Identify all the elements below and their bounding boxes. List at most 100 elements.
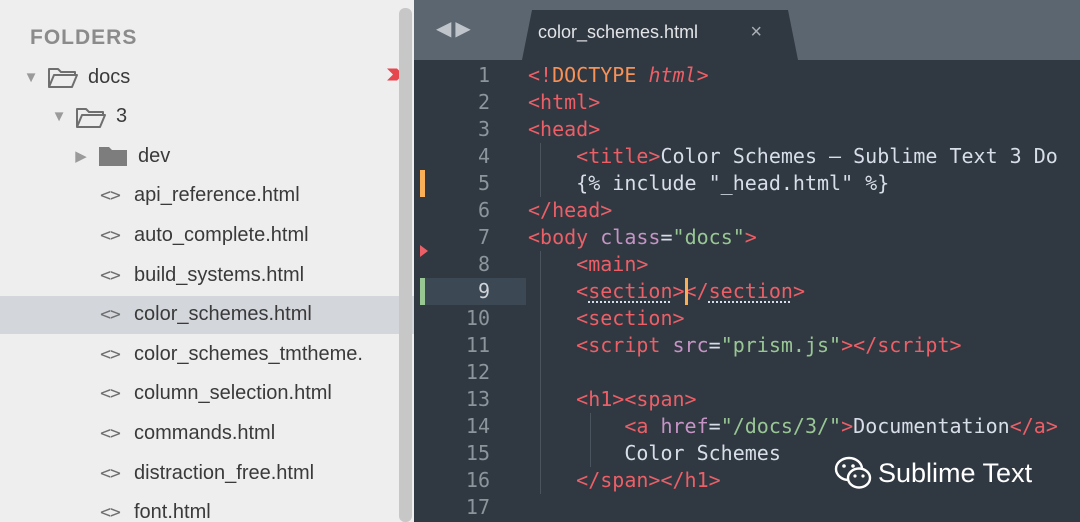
code-text: <main>	[528, 251, 648, 278]
line-number: 11	[465, 333, 490, 357]
code-text: <script src="prism.js"></script>	[576, 333, 962, 357]
file-code-icon: <>	[100, 502, 121, 522]
code-token: <section></section>	[576, 279, 805, 303]
sidebar-item-color-schemes-html[interactable]: <> color_schemes.html	[0, 295, 414, 334]
code-text: Color Schemes	[528, 441, 781, 465]
file-code-icon: <>	[100, 224, 121, 246]
line-number: 17	[465, 495, 490, 519]
code-line[interactable]: 17	[414, 494, 1080, 521]
code-text: <html>	[528, 89, 600, 116]
sidebar-item-label: color_schemes.html	[134, 303, 312, 326]
tab-close-icon[interactable]: ×	[750, 21, 762, 44]
code-area[interactable]: 1 <!DOCTYPE html> 2 <html> 3 <head> 4 <title>C…	[414, 60, 1080, 522]
sidebar-item-auto-complete-html[interactable]: <> auto_complete.html	[0, 216, 414, 254]
code-token: section	[708, 279, 793, 303]
code-text: <a href="/docs/3/">Documentation</a>	[624, 414, 1058, 438]
code-line[interactable]: 14 <a href="/docs/3/">Documentation</a>	[414, 413, 1080, 440]
code-line[interactable]: 8 <main>	[414, 251, 1080, 278]
tab-color-schemes[interactable]: color_schemes.html ×	[522, 10, 798, 60]
code-line[interactable]: 5 {% include "_head.html" %}	[414, 170, 1080, 197]
file-code-icon: <>	[100, 343, 121, 365]
code-token: >	[841, 414, 854, 438]
sidebar-item-api-reference-html[interactable]: <> api_reference.html	[0, 177, 414, 215]
file-code-icon: <>	[100, 264, 121, 286]
indent-guide	[540, 143, 541, 197]
line-number: 16	[465, 468, 490, 492]
code-token: section	[588, 279, 673, 303]
line-number: 1	[477, 63, 490, 87]
code-token: "docs"	[672, 225, 745, 249]
line-number: 12	[465, 360, 490, 384]
code-token: >	[744, 225, 757, 249]
code-text: <title>Color Schemes – Sublime Text 3 Do	[576, 144, 1058, 168]
code-line[interactable]: 12	[414, 359, 1080, 386]
code-line[interactable]: 6 </head>	[414, 197, 1080, 224]
code-token: </span></h1>	[576, 468, 721, 492]
code-token: html	[648, 63, 697, 87]
sidebar-item-label: build_systems.html	[134, 263, 305, 286]
folder-open-icon	[76, 107, 106, 128]
sidebar: FOLDERS ▼ docs ▼ 3 ▶ dev <> api_reference.html <…	[0, 0, 414, 522]
code-token: <!	[528, 63, 553, 87]
sidebar-item-docs[interactable]: ▼ docs	[0, 58, 414, 96]
tab-bar: ◀▶ color_schemes.html ×	[414, 0, 1080, 60]
code-line[interactable]: 2 <html>	[414, 89, 1080, 116]
file-code-icon: <>	[100, 383, 121, 405]
tab-back-icon[interactable]: ◀	[436, 18, 455, 40]
code-line[interactable]: 13 <h1><span>	[414, 386, 1080, 413]
sidebar-item-build-systems-html[interactable]: <> build_systems.html	[0, 256, 414, 294]
code-token: >	[696, 63, 709, 87]
code-line[interactable]: 9 <section></section>	[414, 278, 1080, 305]
code-token: href	[660, 414, 709, 438]
file-code-icon: <>	[100, 462, 121, 484]
code-line[interactable]: 1 <!DOCTYPE html>	[414, 62, 1080, 89]
code-token: "/docs/3/"	[720, 414, 842, 438]
code-token: <head>	[528, 117, 601, 141]
line-number: 3	[477, 117, 490, 141]
code-line[interactable]: 4 <title>Color Schemes – Sublime Text 3 …	[414, 143, 1080, 170]
sidebar-item-label: docs	[88, 65, 131, 88]
text-cursor	[684, 278, 688, 305]
sidebar-item-label: font.html	[134, 501, 211, 522]
line-number: 5	[477, 171, 490, 195]
code-line[interactable]: 7 <body class="docs">	[414, 224, 1080, 257]
code-text: <body class="docs">	[528, 225, 757, 249]
code-text: <section></section>	[528, 278, 805, 305]
folder-icon	[99, 147, 127, 167]
code-token: <main>	[576, 252, 649, 276]
code-line[interactable]: 11 <script src="prism.js"></script>	[414, 332, 1080, 359]
sidebar-scrollbar[interactable]	[399, 8, 412, 522]
sidebar-item-distraction-free-html[interactable]: <> distraction_free.html	[0, 454, 414, 492]
sidebar-item-label: dev	[138, 144, 171, 167]
disclosure-expanded-icon[interactable]: ▼	[50, 108, 68, 125]
line-number: 6	[477, 198, 490, 222]
code-text: </span></h1>	[528, 467, 721, 494]
editor: ◀▶ color_schemes.html × 1 <!DOCTYPE html>…	[414, 0, 1080, 522]
code-token: DOCTYPE	[552, 63, 637, 87]
code-token: <h1><span>	[576, 387, 697, 411]
folder-open-icon	[48, 68, 78, 88]
code-token: class	[600, 225, 661, 249]
disclosure-expanded-icon[interactable]: ▼	[22, 69, 40, 86]
watermark: Sublime Text	[834, 456, 1032, 490]
code-text: {% include "_head.html" %}	[528, 171, 890, 195]
sidebar-item-dev[interactable]: ▶ dev	[0, 137, 414, 175]
disclosure-collapsed-icon[interactable]: ▶	[72, 147, 90, 165]
code-token: ></script>	[841, 333, 962, 357]
tab-forward-icon[interactable]: ▶	[455, 18, 474, 40]
line-number: 10	[465, 306, 490, 330]
sidebar-item-font-html[interactable]: <> font.html	[0, 494, 414, 522]
code-token: </a>	[1009, 414, 1058, 438]
code-token: <script	[576, 333, 661, 357]
sidebar-item-color-schemes-tmtheme[interactable]: <> color_schemes_tmtheme.	[0, 335, 414, 373]
sidebar-item-3[interactable]: ▼ 3	[0, 98, 414, 136]
code-line[interactable]: 3 <head>	[414, 116, 1080, 143]
sidebar-item-label: commands.html	[134, 421, 276, 444]
code-line[interactable]: 10 <section>	[414, 305, 1080, 332]
code-token: <title>	[576, 144, 661, 168]
sidebar-item-commands-html[interactable]: <> commands.html	[0, 414, 414, 452]
code-token: src	[672, 333, 709, 357]
sidebar-item-label: distraction_free.html	[134, 461, 315, 484]
sidebar-item-column-selection-html[interactable]: <> column_selection.html	[0, 375, 414, 413]
sidebar-item-label: 3	[116, 105, 128, 128]
